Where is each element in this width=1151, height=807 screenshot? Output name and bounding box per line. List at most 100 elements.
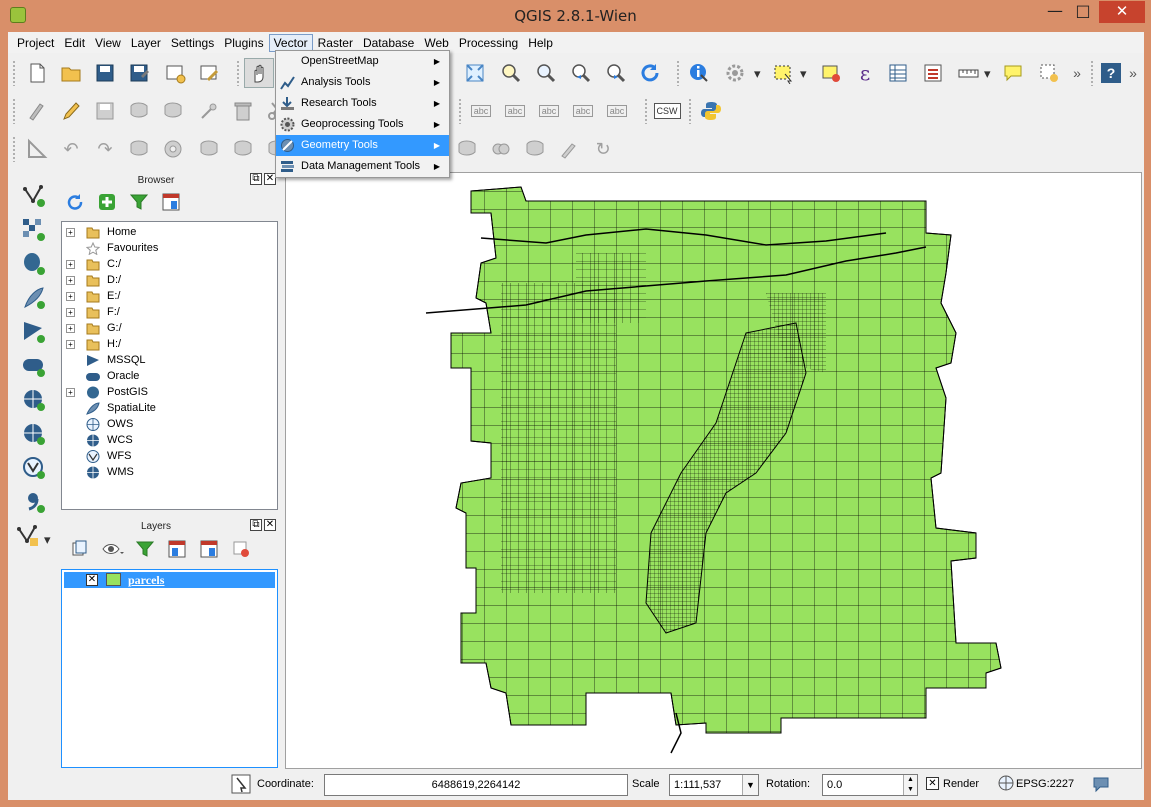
open-project-button[interactable] <box>56 58 86 88</box>
add-delimited-text-layer-button[interactable] <box>20 488 48 516</box>
save-project-button[interactable] <box>90 58 120 88</box>
current-edits-button[interactable] <box>22 96 52 126</box>
merge-attributes-button[interactable] <box>520 134 550 164</box>
metasearch-button[interactable]: CSW <box>652 96 682 126</box>
add-wcs-layer-button[interactable] <box>20 420 48 448</box>
add-wfs-layer-button[interactable] <box>20 454 48 482</box>
toggle-editing-button[interactable] <box>56 96 86 126</box>
add-ring-button[interactable] <box>158 134 188 164</box>
enable-tracing-button[interactable] <box>22 134 52 164</box>
open-layer-styling-button[interactable] <box>70 540 88 561</box>
collapse-all-button[interactable] <box>162 193 180 214</box>
vector-menu-item-geoprocessing-tools[interactable]: Geoprocessing Tools ▶ <box>276 114 449 135</box>
browser-item-spatialite[interactable]: SpatiaLite <box>62 401 277 417</box>
menu-vector[interactable]: Vector <box>268 33 313 52</box>
vector-menu-item-data-management-tools[interactable]: Data Management Tools ▶ <box>276 156 449 177</box>
field-calculator-button[interactable]: ε <box>850 58 880 88</box>
expand-icon[interactable]: + <box>66 388 75 397</box>
menu-edit[interactable]: Edit <box>59 34 90 52</box>
layer-row-parcels[interactable]: ✕ parcels <box>64 572 275 588</box>
save-as-button[interactable] <box>124 58 154 88</box>
menu-settings[interactable]: Settings <box>166 34 219 52</box>
undo-button[interactable]: ↶ <box>56 134 86 164</box>
add-raster-layer-button[interactable] <box>20 216 48 244</box>
vector-menu-item-analysis-tools[interactable]: Analysis Tools ▶ <box>276 72 449 93</box>
toolbar-handle[interactable] <box>12 98 16 124</box>
toolbar-handle[interactable] <box>688 98 692 124</box>
maximize-button[interactable]: □ <box>1069 1 1097 23</box>
layers-list[interactable]: ✕ parcels <box>61 569 278 768</box>
toolbar-handle[interactable] <box>458 98 462 124</box>
python-console-button[interactable] <box>696 96 726 126</box>
select-features-button[interactable] <box>768 58 798 88</box>
rotate-label-button[interactable]: abc <box>602 96 632 126</box>
menu-raster[interactable]: Raster <box>313 34 358 52</box>
layer-labeling-button[interactable]: abc <box>466 96 496 126</box>
refresh-browser-button[interactable] <box>66 193 84 214</box>
expand-icon[interactable]: + <box>66 276 75 285</box>
save-layer-edits-button[interactable] <box>90 96 120 126</box>
add-part-button[interactable] <box>194 134 224 164</box>
add-wms-layer-button[interactable] <box>20 386 48 414</box>
title-bar[interactable]: QGIS 2.8.1-Wien — □ ✕ <box>0 0 1151 32</box>
browser-item-h[interactable]: + H:/ <box>62 337 277 353</box>
filter-browser-button[interactable] <box>129 193 149 214</box>
fill-ring-button[interactable] <box>228 134 258 164</box>
browser-item-wcs[interactable]: WCS <box>62 433 277 449</box>
toolbar-handle[interactable] <box>12 136 16 162</box>
float-panel-button[interactable]: ⧉ <box>250 519 262 531</box>
add-selected-layers-button[interactable] <box>98 193 116 214</box>
add-vector-layer-button[interactable] <box>20 182 48 210</box>
menu-processing[interactable]: Processing <box>454 34 523 52</box>
zoom-next-button[interactable] <box>600 58 630 88</box>
crs-button[interactable] <box>998 775 1014 794</box>
move-feature-button[interactable] <box>158 96 188 126</box>
pin-labels-button[interactable]: abc <box>500 96 530 126</box>
menu-database[interactable]: Database <box>358 34 419 52</box>
log-messages-button[interactable] <box>1092 775 1110 796</box>
zoom-full-button[interactable] <box>460 58 490 88</box>
browser-item-oracle[interactable]: Oracle <box>62 369 277 385</box>
toolbar-handle[interactable] <box>12 60 16 86</box>
add-oracle-layer-button[interactable] <box>20 352 48 380</box>
zoom-to-layer-button[interactable] <box>530 58 560 88</box>
coordinate-field[interactable]: 6488619,2264142 <box>324 774 628 796</box>
expand-icon[interactable]: + <box>66 228 75 237</box>
toolbar-handle[interactable] <box>676 60 680 86</box>
new-shapefile-layer-button[interactable] <box>14 522 42 550</box>
add-spatialite-layer-button[interactable] <box>20 284 48 312</box>
browser-item-d[interactable]: + D:/ <box>62 273 277 289</box>
more-help-button[interactable]: » <box>1124 58 1142 88</box>
browser-item-wfs[interactable]: WFS <box>62 449 277 465</box>
delete-selected-button[interactable] <box>228 96 258 126</box>
show-hide-labels-button[interactable]: abc <box>534 96 564 126</box>
scale-combobox[interactable]: 1:111,537 ▼ <box>669 774 759 796</box>
browser-item-ows[interactable]: OWS <box>62 417 277 433</box>
add-postgis-layer-button[interactable] <box>20 250 48 278</box>
new-project-button[interactable] <box>22 58 52 88</box>
browser-item-e[interactable]: + E:/ <box>62 289 277 305</box>
expand-icon[interactable]: + <box>66 308 75 317</box>
vector-menu-item-research-tools[interactable]: Research Tools ▶ <box>276 93 449 114</box>
toolbar-handle[interactable] <box>644 98 648 124</box>
float-panel-button[interactable]: ⧉ <box>250 173 262 185</box>
rotate-point-symbols-button[interactable] <box>554 134 584 164</box>
new-bookmark-button[interactable] <box>1034 58 1064 88</box>
pan-map-button[interactable] <box>244 58 274 88</box>
filter-legend-button[interactable] <box>135 540 155 561</box>
close-button[interactable]: ✕ <box>1099 1 1145 23</box>
browser-item-f[interactable]: + F:/ <box>62 305 277 321</box>
remove-layer-button[interactable] <box>232 540 250 561</box>
close-panel-button[interactable]: ✕ <box>264 519 276 531</box>
merge-features-button[interactable] <box>486 134 516 164</box>
redo-button[interactable]: ↷ <box>90 134 120 164</box>
expand-icon[interactable]: + <box>66 340 75 349</box>
attribute-table-button[interactable] <box>883 58 913 88</box>
browser-item-favourites[interactable]: Favourites <box>62 241 277 257</box>
browser-item-c[interactable]: + C:/ <box>62 257 277 273</box>
layer-name-label[interactable]: parcels <box>128 573 164 588</box>
composer-manager-button[interactable] <box>194 58 224 88</box>
zoom-last-button[interactable] <box>565 58 595 88</box>
browser-item-postgis[interactable]: + PostGIS <box>62 385 277 401</box>
map-canvas[interactable] <box>285 172 1142 769</box>
